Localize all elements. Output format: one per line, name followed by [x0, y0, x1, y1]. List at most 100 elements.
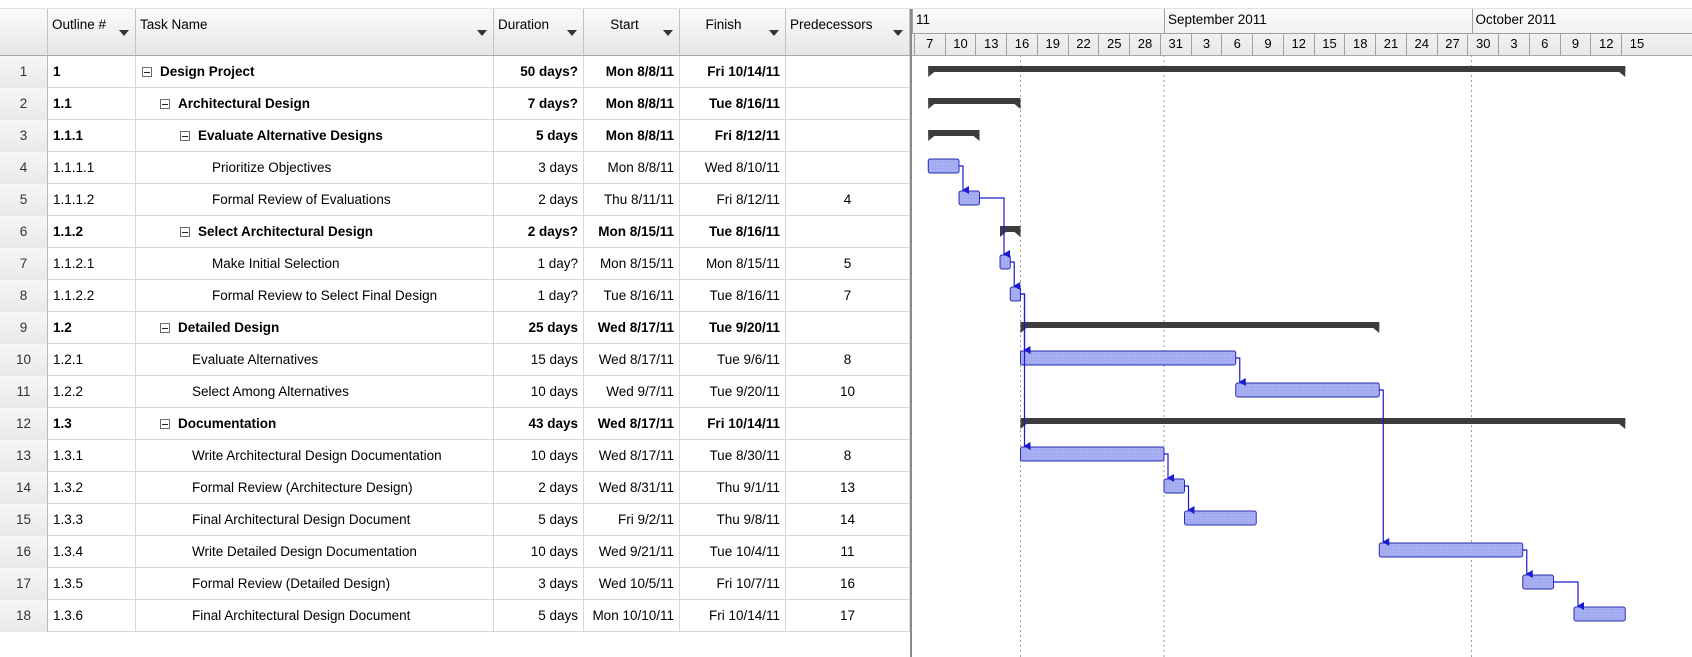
table-row[interactable]: 12 1.3 Documentation 43 days Wed 8/17/11 Fri … — [0, 408, 910, 440]
predecessors-cell[interactable] — [786, 408, 910, 440]
start-date-cell[interactable]: Mon 8/15/11 — [584, 248, 680, 280]
table-row[interactable]: 14 1.3.2 Formal Review (Architecture Desig… — [0, 472, 910, 504]
row-number[interactable]: 12 — [0, 408, 48, 440]
start-date-cell[interactable]: Wed 9/7/11 — [584, 376, 680, 408]
start-date-cell[interactable]: Wed 8/17/11 — [584, 440, 680, 472]
column-header-finish[interactable]: Finish — [680, 9, 786, 55]
duration-cell[interactable]: 3 days — [494, 152, 584, 184]
row-number[interactable]: 5 — [0, 184, 48, 216]
outline-number-cell[interactable]: 1.1 — [48, 88, 136, 120]
finish-date-cell[interactable]: Tue 9/20/11 — [680, 376, 786, 408]
column-header-duration[interactable]: Duration — [494, 9, 584, 55]
finish-date-cell[interactable]: Fri 10/14/11 — [680, 56, 786, 88]
start-date-cell[interactable]: Mon 8/15/11 — [584, 216, 680, 248]
column-header-predecessors[interactable]: Predecessors — [786, 9, 910, 55]
table-row[interactable]: 5 1.1.1.2 Formal Review of Evaluations 2 da… — [0, 184, 910, 216]
duration-cell[interactable]: 43 days — [494, 408, 584, 440]
finish-date-cell[interactable]: Fri 8/12/11 — [680, 184, 786, 216]
start-date-cell[interactable]: Mon 10/10/11 — [584, 600, 680, 632]
duration-cell[interactable]: 5 days — [494, 600, 584, 632]
outline-number-cell[interactable]: 1 — [48, 56, 136, 88]
table-row[interactable]: 15 1.3.3 Final Architectural Design Docume… — [0, 504, 910, 536]
row-number[interactable]: 7 — [0, 248, 48, 280]
start-date-cell[interactable]: Mon 8/8/11 — [584, 56, 680, 88]
predecessors-cell[interactable]: 8 — [786, 440, 910, 472]
finish-date-cell[interactable]: Tue 8/16/11 — [680, 216, 786, 248]
predecessors-cell[interactable]: 7 — [786, 280, 910, 312]
task-name-cell[interactable]: Evaluate Alternative Designs — [136, 120, 494, 152]
collapse-minus-icon[interactable] — [160, 419, 170, 429]
task-name-cell[interactable]: Final Architectural Design Document — [136, 504, 494, 536]
predecessors-cell[interactable]: 8 — [786, 344, 910, 376]
outline-number-cell[interactable]: 1.3.5 — [48, 568, 136, 600]
row-number[interactable]: 17 — [0, 568, 48, 600]
start-date-cell[interactable]: Fri 9/2/11 — [584, 504, 680, 536]
duration-cell[interactable]: 10 days — [494, 376, 584, 408]
row-number[interactable]: 18 — [0, 600, 48, 632]
table-row[interactable]: 13 1.3.1 Write Architectural Design Docume… — [0, 440, 910, 472]
duration-cell[interactable]: 1 day? — [494, 248, 584, 280]
start-date-cell[interactable]: Wed 8/31/11 — [584, 472, 680, 504]
task-name-cell[interactable]: Formal Review to Select Final Design — [136, 280, 494, 312]
outline-number-cell[interactable]: 1.3.2 — [48, 472, 136, 504]
predecessors-cell[interactable]: 11 — [786, 536, 910, 568]
task-name-cell[interactable]: Make Initial Selection — [136, 248, 494, 280]
collapse-minus-icon[interactable] — [180, 131, 190, 141]
row-number[interactable]: 11 — [0, 376, 48, 408]
task-name-cell[interactable]: Formal Review (Architecture Design) — [136, 472, 494, 504]
finish-date-cell[interactable]: Tue 8/30/11 — [680, 440, 786, 472]
outline-number-cell[interactable]: 1.3.1 — [48, 440, 136, 472]
task-name-cell[interactable]: Architectural Design — [136, 88, 494, 120]
finish-date-cell[interactable]: Tue 9/20/11 — [680, 312, 786, 344]
start-date-cell[interactable]: Mon 8/8/11 — [584, 120, 680, 152]
task-name-cell[interactable]: Final Architectural Design Document — [136, 600, 494, 632]
outline-number-cell[interactable]: 1.2.1 — [48, 344, 136, 376]
filter-dropdown-icon[interactable] — [119, 30, 129, 36]
table-row[interactable]: 2 1.1 Architectural Design 7 days? Mon 8/8/1… — [0, 88, 910, 120]
filter-dropdown-icon[interactable] — [893, 30, 903, 36]
task-name-cell[interactable]: Write Architectural Design Documentation — [136, 440, 494, 472]
duration-cell[interactable]: 50 days? — [494, 56, 584, 88]
table-row[interactable]: 8 1.1.2.2 Formal Review to Select Final De… — [0, 280, 910, 312]
duration-cell[interactable]: 7 days? — [494, 88, 584, 120]
outline-number-cell[interactable]: 1.1.2.1 — [48, 248, 136, 280]
outline-number-cell[interactable]: 1.3.4 — [48, 536, 136, 568]
finish-date-cell[interactable]: Fri 10/14/11 — [680, 408, 786, 440]
collapse-minus-icon[interactable] — [160, 99, 170, 109]
start-date-cell[interactable]: Wed 10/5/11 — [584, 568, 680, 600]
table-row[interactable]: 16 1.3.4 Write Detailed Design Documentati… — [0, 536, 910, 568]
row-number[interactable]: 9 — [0, 312, 48, 344]
task-name-cell[interactable]: Evaluate Alternatives — [136, 344, 494, 376]
row-number[interactable]: 16 — [0, 536, 48, 568]
start-date-cell[interactable]: Wed 8/17/11 — [584, 344, 680, 376]
finish-date-cell[interactable]: Fri 10/14/11 — [680, 600, 786, 632]
outline-number-cell[interactable]: 1.1.1 — [48, 120, 136, 152]
filter-dropdown-icon[interactable] — [663, 30, 673, 36]
predecessors-cell[interactable] — [786, 56, 910, 88]
outline-number-cell[interactable]: 1.3.6 — [48, 600, 136, 632]
finish-date-cell[interactable]: Tue 10/4/11 — [680, 536, 786, 568]
row-number-header[interactable] — [0, 9, 48, 55]
predecessors-cell[interactable]: 4 — [786, 184, 910, 216]
predecessors-cell[interactable]: 14 — [786, 504, 910, 536]
start-date-cell[interactable]: Tue 8/16/11 — [584, 280, 680, 312]
finish-date-cell[interactable]: Wed 8/10/11 — [680, 152, 786, 184]
predecessors-cell[interactable]: 13 — [786, 472, 910, 504]
predecessors-cell[interactable] — [786, 216, 910, 248]
finish-date-cell[interactable]: Mon 8/15/11 — [680, 248, 786, 280]
duration-cell[interactable]: 15 days — [494, 344, 584, 376]
row-number[interactable]: 4 — [0, 152, 48, 184]
start-date-cell[interactable]: Wed 8/17/11 — [584, 312, 680, 344]
table-row[interactable]: 9 1.2 Detailed Design 25 days Wed 8/17/11 Tue… — [0, 312, 910, 344]
table-row[interactable]: 7 1.1.2.1 Make Initial Selection 1 day? Mon … — [0, 248, 910, 280]
start-date-cell[interactable]: Wed 8/17/11 — [584, 408, 680, 440]
table-row[interactable]: 10 1.2.1 Evaluate Alternatives 15 days Wed 8… — [0, 344, 910, 376]
predecessors-cell[interactable] — [786, 88, 910, 120]
outline-number-cell[interactable]: 1.3 — [48, 408, 136, 440]
finish-date-cell[interactable]: Tue 8/16/11 — [680, 88, 786, 120]
duration-cell[interactable]: 10 days — [494, 440, 584, 472]
row-number[interactable]: 14 — [0, 472, 48, 504]
outline-number-cell[interactable]: 1.2 — [48, 312, 136, 344]
row-number[interactable]: 2 — [0, 88, 48, 120]
task-name-cell[interactable]: Design Project — [136, 56, 494, 88]
